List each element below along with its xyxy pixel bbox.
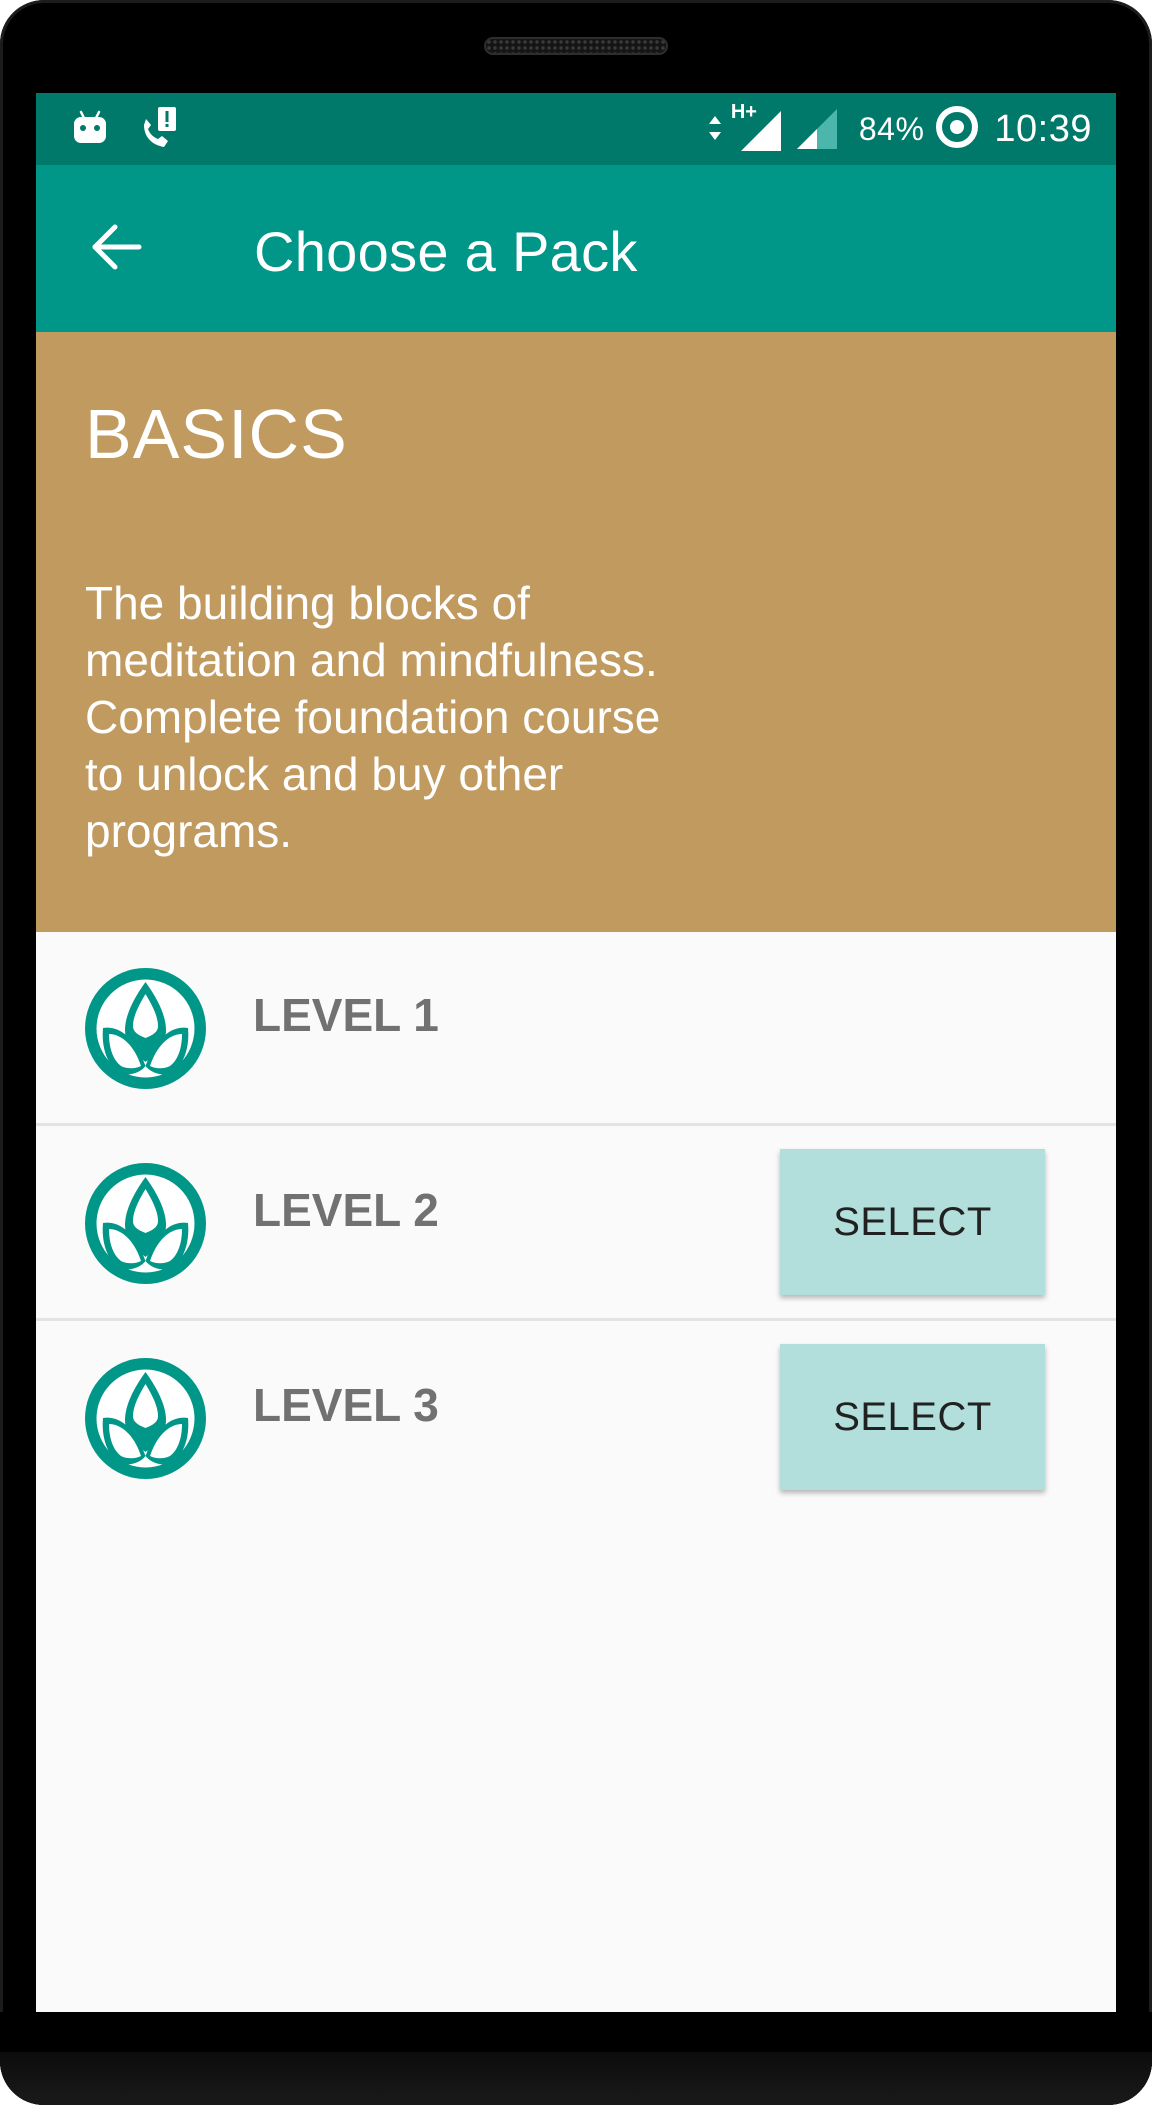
select-button[interactable]: SELECT: [780, 1344, 1045, 1490]
page-title: Choose a Pack: [254, 220, 638, 283]
status-right-icons: H+ 84% 10:39: [707, 101, 1092, 156]
status-bar: H+ 84% 10:39: [36, 93, 1116, 165]
level-row[interactable]: LEVEL 2 SELECT: [36, 1127, 1116, 1321]
select-button[interactable]: SELECT: [780, 1149, 1045, 1295]
battery-percent: 84%: [858, 110, 925, 147]
back-button[interactable]: [86, 221, 146, 277]
lotus-icon: [85, 1358, 206, 1479]
level-label: LEVEL 3: [253, 1379, 439, 1431]
arrow-left-icon: [89, 223, 143, 276]
battery-ring-icon: [934, 104, 980, 155]
android-icon: [72, 109, 108, 150]
earpiece-speaker: [484, 37, 668, 55]
clock: 10:39: [994, 107, 1092, 150]
signal-full-icon: H+: [731, 101, 787, 153]
level-row[interactable]: LEVEL 3 SELECT: [36, 1322, 1116, 1516]
status-left-icons: [72, 105, 182, 153]
pack-header: BASICS The building blocks of meditation…: [36, 332, 1116, 932]
data-arrows-icon: [707, 110, 723, 149]
phone-alert-icon: [138, 105, 182, 154]
signal-partial-icon: [795, 103, 841, 156]
app-bar: Choose a Pack: [36, 165, 1116, 332]
screen: H+ 84% 10:39 Choose a Pack BASICS The bu…: [36, 93, 1116, 2012]
pack-name: BASICS: [85, 395, 348, 473]
level-row[interactable]: LEVEL 1: [36, 932, 1116, 1126]
level-label: LEVEL 2: [253, 1184, 439, 1236]
bottom-bezel: [0, 2012, 1152, 2105]
pack-description: The building blocks of meditation and mi…: [85, 577, 661, 857]
lotus-icon: [85, 1163, 206, 1284]
level-label: LEVEL 1: [253, 989, 439, 1041]
lotus-icon: [85, 968, 206, 1089]
phone-frame: H+ 84% 10:39 Choose a Pack BASICS The bu…: [0, 0, 1152, 2105]
